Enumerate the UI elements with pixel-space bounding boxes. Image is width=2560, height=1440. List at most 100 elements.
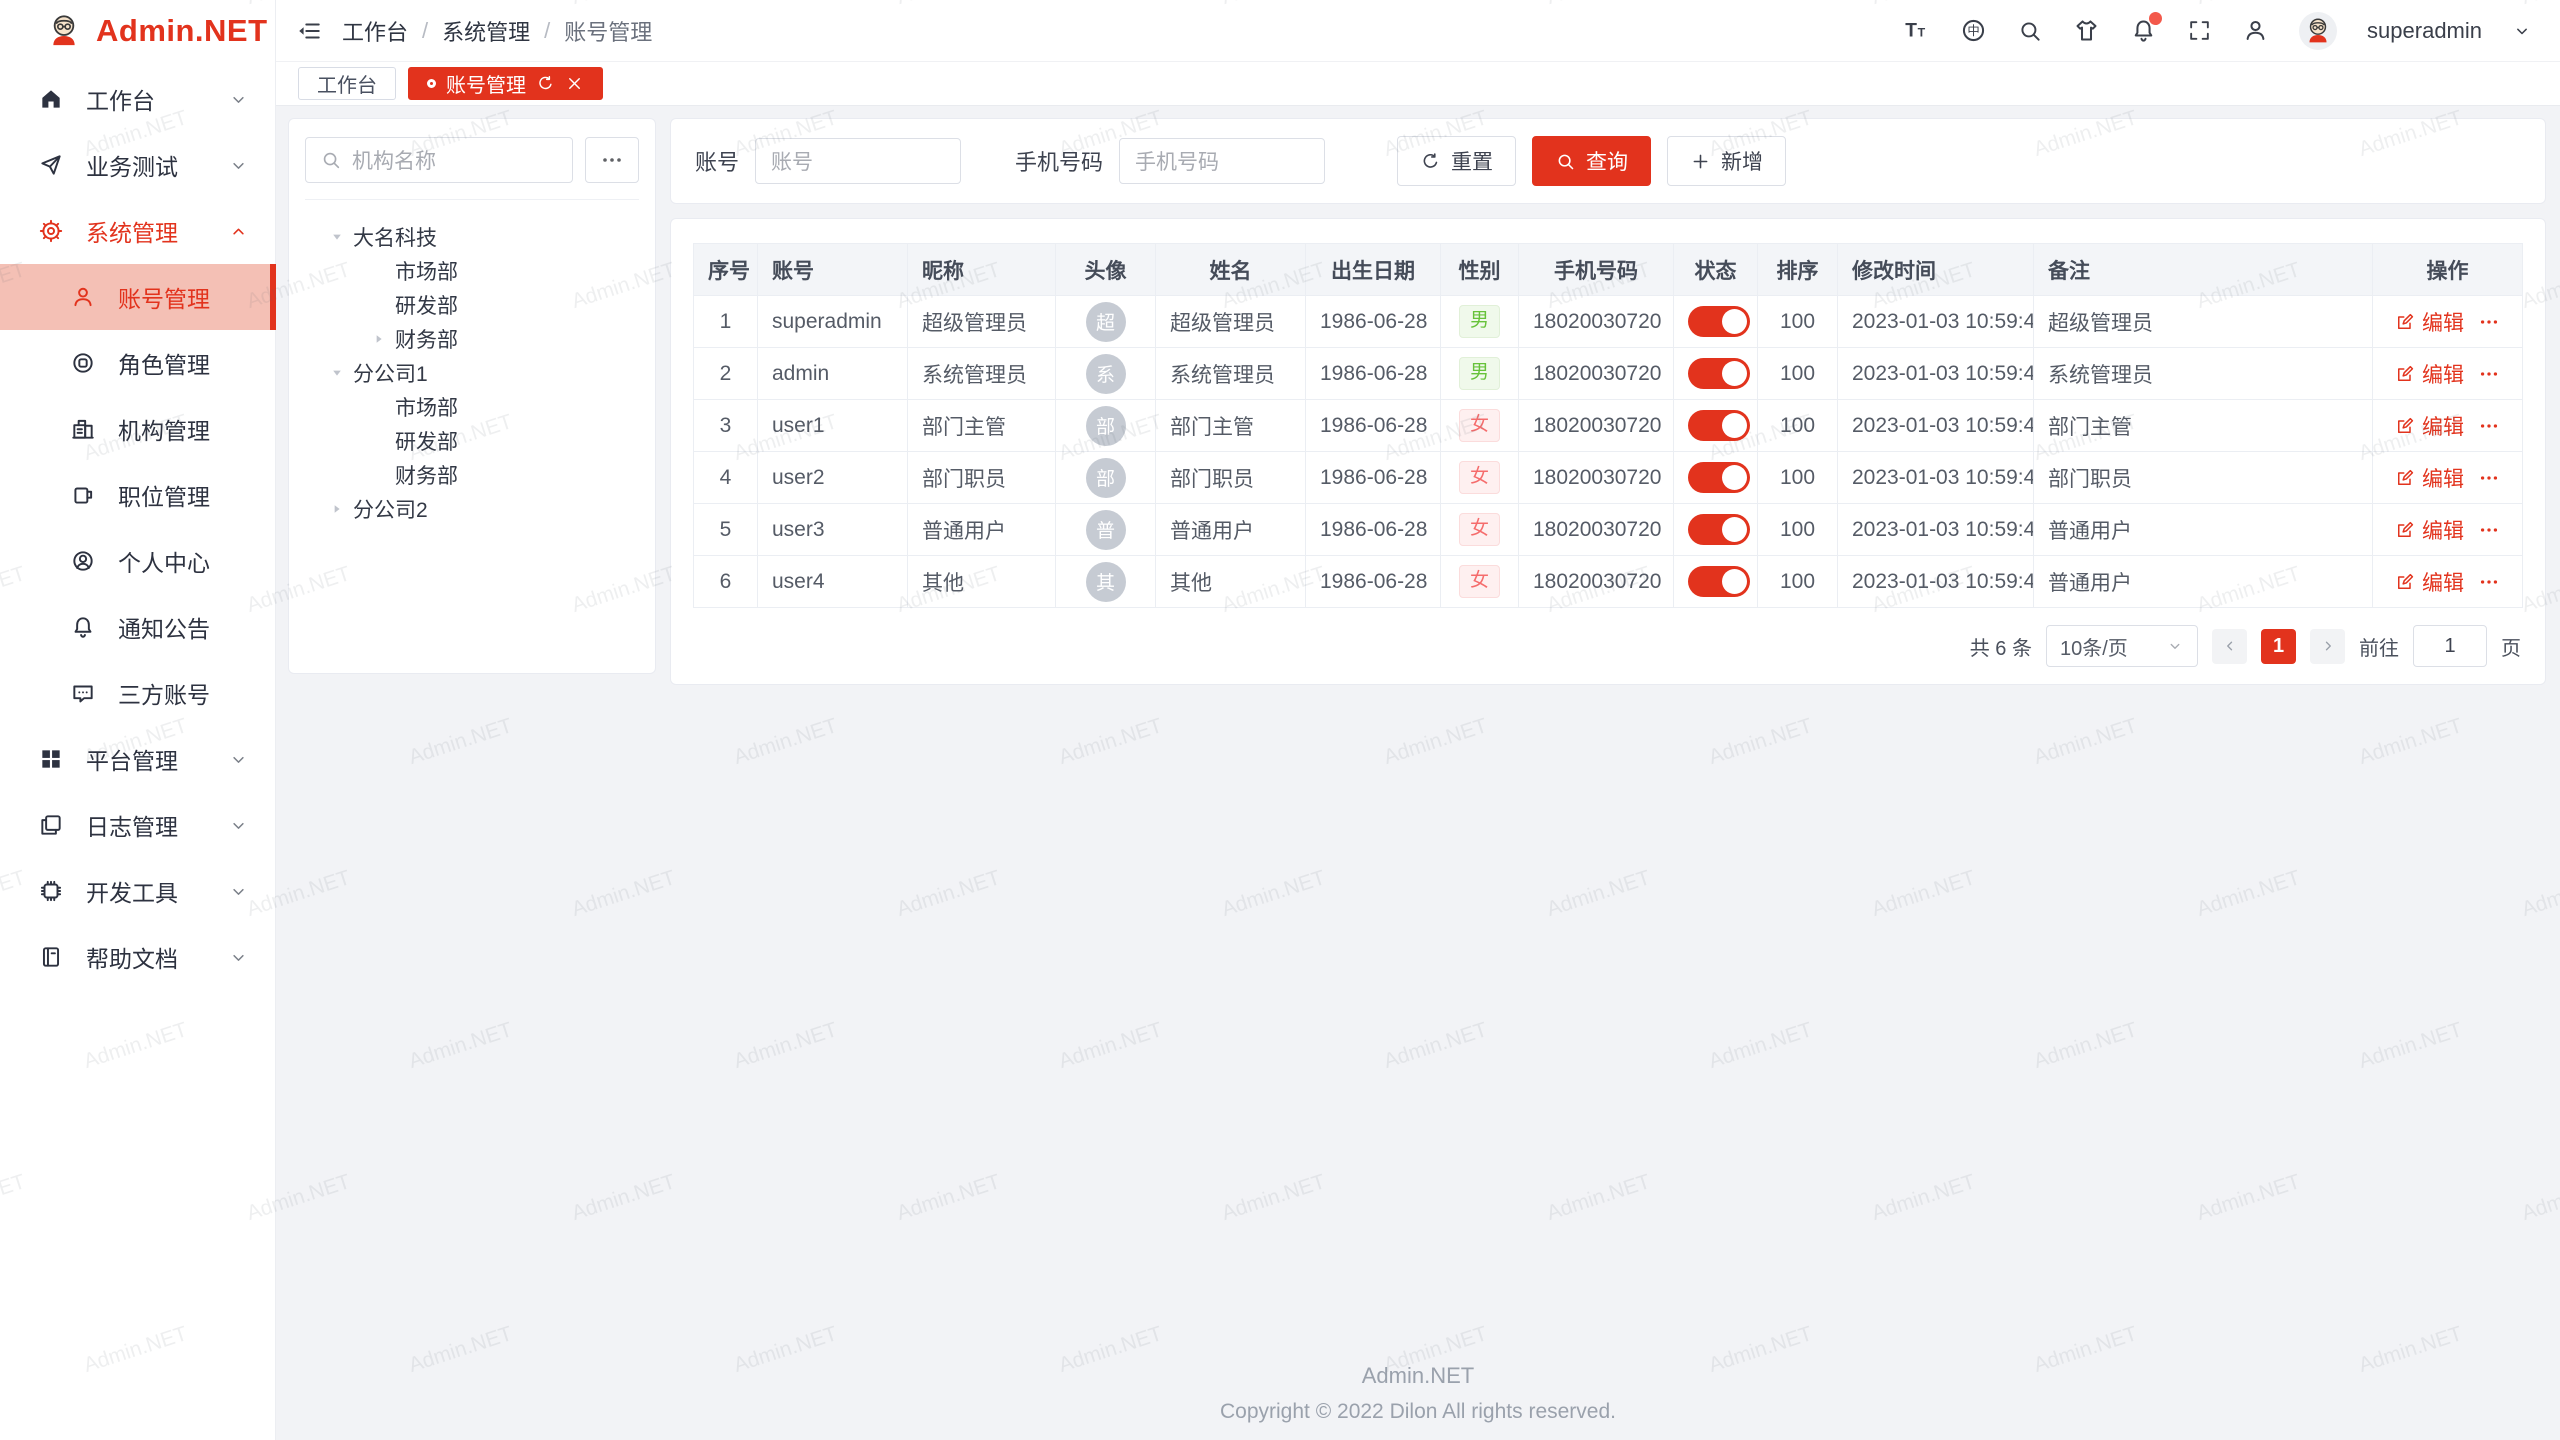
tab-active[interactable]: 账号管理 — [408, 67, 603, 100]
notification-bell-icon[interactable] — [2130, 17, 2157, 44]
sidebar-item-workbench[interactable]: 工作台 — [0, 66, 275, 132]
status-toggle[interactable] — [1688, 358, 1750, 389]
tree-node[interactable]: 分公司2 — [305, 492, 639, 526]
font-size-icon[interactable]: TT — [1903, 17, 1930, 44]
caret-down-icon[interactable] — [329, 366, 344, 380]
edit-button[interactable]: 编辑 — [2395, 515, 2464, 545]
cell-mtime: 2023-01-03 10:59:44 — [1838, 452, 2034, 504]
edit-button[interactable]: 编辑 — [2395, 567, 2464, 597]
more-dots-icon — [2478, 311, 2500, 333]
sidebar-item-notice[interactable]: 通知公告 — [0, 594, 275, 660]
tab-close-icon[interactable] — [565, 74, 584, 93]
sidebar-item-label: 账号管理 — [118, 280, 210, 314]
cell-phone: 18020030720 — [1519, 452, 1674, 504]
row-more-button[interactable] — [2478, 363, 2500, 385]
tree-node[interactable]: 研发部 — [305, 424, 639, 458]
tree-node[interactable]: 分公司1 — [305, 356, 639, 390]
profile-icon — [70, 548, 96, 574]
next-page-button[interactable] — [2310, 629, 2345, 664]
account-placeholder: 账号 — [771, 146, 813, 176]
tree-more-button[interactable] — [585, 137, 639, 183]
sidebar-item-position-mgmt[interactable]: 职位管理 — [0, 462, 275, 528]
status-toggle[interactable] — [1688, 462, 1750, 493]
row-more-button[interactable] — [2478, 571, 2500, 593]
caret-down-icon[interactable] — [329, 230, 344, 244]
prev-page-button[interactable] — [2212, 629, 2247, 664]
search-icon — [1555, 151, 1576, 172]
tab-refresh-icon[interactable] — [536, 74, 555, 93]
user-avatar[interactable] — [2299, 12, 2337, 50]
content-area: 机构名称 大名科技市场部研发部财务部分公司1市场部研发部财务部分公司2 账号 账… — [276, 106, 2560, 1440]
more-dots-icon — [2478, 363, 2500, 385]
user-icon[interactable] — [2242, 17, 2269, 44]
sidebar-item-platform-mgmt[interactable]: 平台管理 — [0, 726, 275, 792]
more-dots-icon — [2478, 415, 2500, 437]
sidebar-item-help-docs[interactable]: 帮助文档 — [0, 924, 275, 990]
cell-avatar: 普 — [1056, 504, 1156, 556]
menu-fold-icon[interactable] — [296, 18, 322, 44]
row-more-button[interactable] — [2478, 415, 2500, 437]
table-row: 6user4其他其其他1986-06-28女180200307201002023… — [694, 556, 2523, 608]
tab-label: 工作台 — [317, 69, 377, 98]
goto-page-input[interactable]: 1 — [2413, 625, 2487, 667]
caret-right-icon[interactable] — [371, 332, 386, 346]
reset-button[interactable]: 重置 — [1397, 136, 1516, 186]
search-icon[interactable] — [2017, 18, 2043, 44]
sidebar-item-business-test[interactable]: 业务测试 — [0, 132, 275, 198]
caret-right-icon[interactable] — [329, 502, 344, 516]
accounts-table-card: 序号账号昵称头像姓名出生日期性别手机号码状态排序修改时间备注操作1superad… — [670, 218, 2546, 685]
theme-shirt-icon[interactable] — [2073, 17, 2100, 44]
sidebar-item-org-mgmt[interactable]: 机构管理 — [0, 396, 275, 462]
sidebar-item-role-mgmt[interactable]: 角色管理 — [0, 330, 275, 396]
edit-icon — [2395, 416, 2415, 436]
cell-gender: 男 — [1441, 296, 1519, 348]
breadcrumb-item[interactable]: 系统管理 — [442, 15, 530, 47]
send-icon — [38, 152, 64, 178]
chevron-down-icon — [228, 89, 249, 110]
tree-node[interactable]: 大名科技 — [305, 220, 639, 254]
account-input[interactable]: 账号 — [755, 138, 961, 184]
cell-remark: 超级管理员 — [2034, 296, 2373, 348]
status-toggle[interactable] — [1688, 566, 1750, 597]
sidebar-item-log-mgmt[interactable]: 日志管理 — [0, 792, 275, 858]
tab-dot-icon — [427, 79, 436, 88]
tree-node[interactable]: 财务部 — [305, 322, 639, 356]
row-more-button[interactable] — [2478, 311, 2500, 333]
column-header: 出生日期 — [1306, 244, 1441, 296]
fullscreen-icon[interactable] — [2187, 18, 2212, 43]
sidebar-item-third-account[interactable]: 三方账号 — [0, 660, 275, 726]
org-search-input[interactable]: 机构名称 — [305, 137, 573, 183]
cell-name: 超级管理员 — [1156, 296, 1306, 348]
phone-input[interactable]: 手机号码 — [1119, 138, 1325, 184]
edit-button[interactable]: 编辑 — [2395, 463, 2464, 493]
query-button[interactable]: 查询 — [1532, 136, 1651, 186]
cell-name: 普通用户 — [1156, 504, 1306, 556]
sidebar-item-system-mgmt[interactable]: 系统管理 — [0, 198, 275, 264]
username[interactable]: superadmin — [2367, 18, 2482, 44]
right-column: 账号 账号 手机号码 手机号码 重置 — [670, 118, 2546, 685]
page-size-select[interactable]: 10条/页 — [2046, 625, 2198, 667]
sidebar-item-dev-tools[interactable]: 开发工具 — [0, 858, 275, 924]
row-more-button[interactable] — [2478, 519, 2500, 541]
sidebar-item-account-mgmt[interactable]: 账号管理 — [0, 264, 275, 330]
cell-order: 100 — [1758, 348, 1838, 400]
page-1-button[interactable]: 1 — [2261, 629, 2296, 664]
add-button[interactable]: 新增 — [1667, 136, 1786, 186]
status-toggle[interactable] — [1688, 306, 1750, 337]
chevron-down-icon[interactable] — [2512, 21, 2532, 41]
sidebar-item-personal-center[interactable]: 个人中心 — [0, 528, 275, 594]
edit-button[interactable]: 编辑 — [2395, 411, 2464, 441]
row-more-button[interactable] — [2478, 467, 2500, 489]
status-toggle[interactable] — [1688, 514, 1750, 545]
edit-button[interactable]: 编辑 — [2395, 359, 2464, 389]
column-header: 姓名 — [1156, 244, 1306, 296]
tree-node[interactable]: 研发部 — [305, 288, 639, 322]
status-toggle[interactable] — [1688, 410, 1750, 441]
language-icon[interactable]: 中 — [1960, 17, 1987, 44]
tree-node[interactable]: 市场部 — [305, 254, 639, 288]
breadcrumb-item[interactable]: 工作台 — [342, 15, 408, 47]
tab-item[interactable]: 工作台 — [298, 67, 396, 100]
edit-button[interactable]: 编辑 — [2395, 307, 2464, 337]
tree-node[interactable]: 市场部 — [305, 390, 639, 424]
tree-node[interactable]: 财务部 — [305, 458, 639, 492]
